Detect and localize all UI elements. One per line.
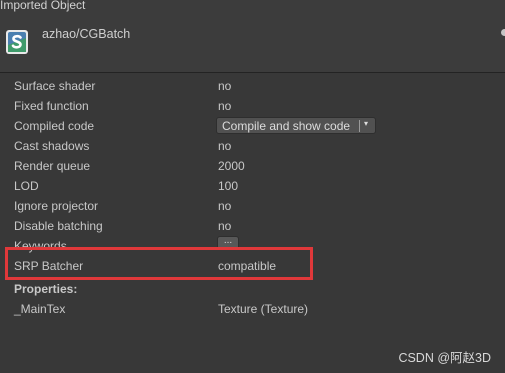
compile-and-show-code-button[interactable]: Compile and show code ▾ [216, 117, 376, 134]
shader-properties-list: Surface shader no Fixed function no Comp… [0, 73, 505, 373]
lod-value: 100 [218, 179, 239, 193]
ignore-projector-value: no [218, 199, 232, 213]
dropdown-separator [359, 120, 360, 132]
row-fixed-function: Fixed function no [0, 96, 505, 116]
compile-button-label: Compile and show code [222, 119, 351, 133]
disable-batching-label: Disable batching [14, 219, 103, 233]
row-properties-header: Properties: [0, 279, 505, 299]
window-title-bar: Imported Object [0, 0, 505, 14]
shader-asset-icon [5, 29, 29, 55]
row-main-tex: _MainTex Texture (Texture) [0, 299, 505, 319]
surface-shader-label: Surface shader [14, 79, 96, 93]
fixed-function-value: no [218, 99, 232, 113]
srp-batcher-highlight-box [5, 247, 313, 280]
row-ignore-projector: Ignore projector no [0, 196, 505, 216]
row-lod: LOD 100 [0, 176, 505, 196]
disable-batching-value: no [218, 219, 232, 233]
row-cast-shadows: Cast shadows no [0, 136, 505, 156]
asset-header: azhao/CGBatch [0, 14, 505, 73]
window-title: Imported Object [0, 0, 86, 12]
chevron-down-icon[interactable]: ▾ [364, 119, 368, 128]
settings-icon[interactable] [501, 29, 505, 36]
row-surface-shader: Surface shader no [0, 76, 505, 96]
asset-name: azhao/CGBatch [42, 27, 131, 41]
properties-header: Properties: [14, 282, 78, 296]
compiled-code-label: Compiled code [14, 119, 95, 133]
render-queue-value: 2000 [218, 159, 245, 173]
render-queue-label: Render queue [14, 159, 91, 173]
main-tex-label: _MainTex [14, 302, 66, 316]
main-tex-value: Texture (Texture) [218, 302, 309, 316]
row-compiled-code: Compiled code Compile and show code ▾ [0, 116, 505, 136]
row-render-queue: Render queue 2000 [0, 156, 505, 176]
watermark: CSDN @阿赵3D [398, 351, 491, 365]
row-disable-batching: Disable batching no [0, 216, 505, 236]
ignore-projector-label: Ignore projector [14, 199, 99, 213]
inspector-panel: Imported Object azhao/CGBatch Surface sh… [0, 0, 505, 373]
fixed-function-label: Fixed function [14, 99, 89, 113]
cast-shadows-value: no [218, 139, 232, 153]
cast-shadows-label: Cast shadows [14, 139, 90, 153]
surface-shader-value: no [218, 79, 232, 93]
lod-label: LOD [14, 179, 39, 193]
